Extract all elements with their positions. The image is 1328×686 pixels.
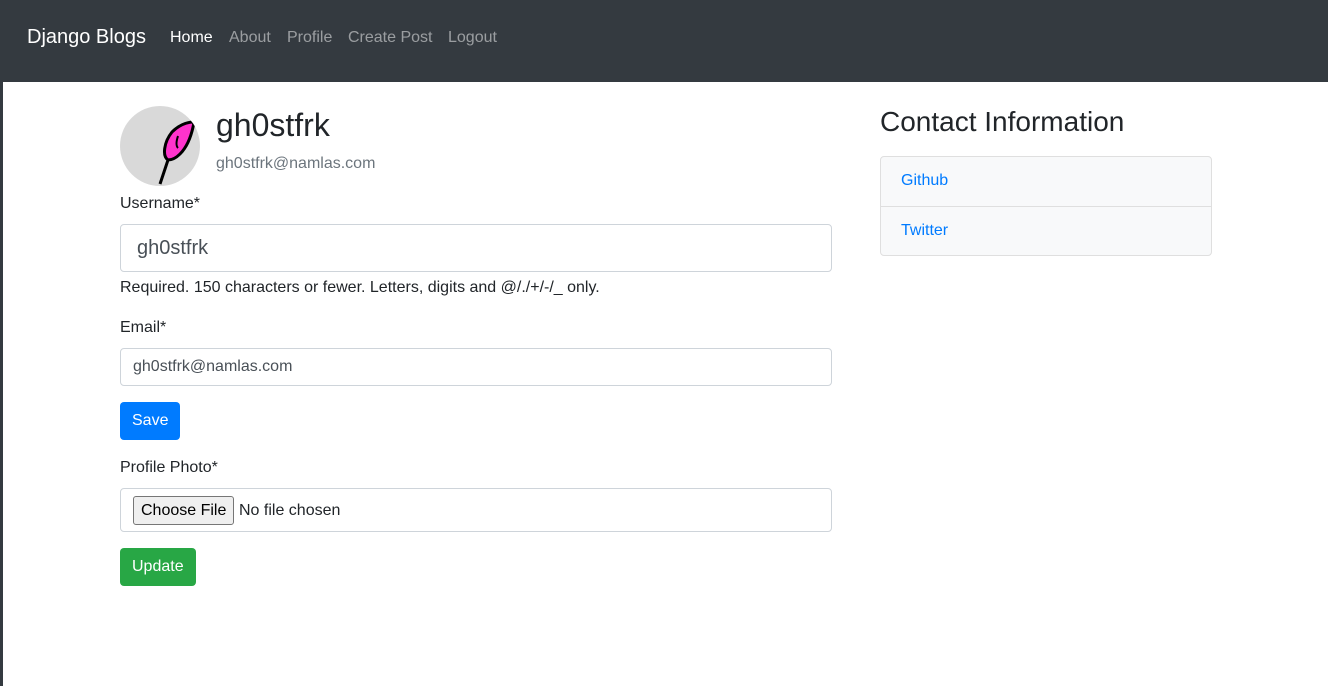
username-help-text: Required. 150 characters or fewer. Lette…	[120, 279, 600, 296]
save-button[interactable]: Save	[120, 402, 181, 440]
username-input[interactable]	[120, 224, 832, 272]
file-status-text: No file chosen	[239, 502, 341, 519]
profile-email: gh0stfrk@namlas.com	[216, 155, 376, 172]
email-label: Email*	[120, 319, 167, 336]
nav-link-home[interactable]: Home	[170, 29, 213, 47]
nav-link-logout[interactable]: Logout	[448, 29, 497, 47]
navbar-brand[interactable]: Django Blogs	[27, 26, 146, 49]
profile-photo-file-input[interactable]: Choose File No file chosen	[120, 488, 832, 532]
username-label: Username*	[120, 195, 201, 212]
contact-link-twitter[interactable]: Twitter	[881, 206, 1211, 255]
contact-link-github[interactable]: Github	[881, 157, 1211, 206]
feather-icon	[158, 120, 196, 185]
choose-file-button[interactable]: Choose File	[133, 496, 235, 525]
nav-link-profile[interactable]: Profile	[287, 29, 332, 47]
email-input[interactable]	[120, 348, 832, 386]
profile-username: gh0stfrk	[216, 107, 330, 143]
update-button[interactable]: Update	[120, 548, 196, 586]
contact-list: Github Twitter	[880, 156, 1212, 256]
navbar: Django Blogs Home About Profile Create P…	[3, 0, 1328, 82]
profile-photo-label: Profile Photo*	[120, 459, 218, 476]
avatar	[120, 106, 200, 186]
nav-link-about[interactable]: About	[229, 29, 271, 47]
contact-title: Contact Information	[880, 106, 1125, 137]
nav-link-create-post[interactable]: Create Post	[348, 29, 432, 47]
